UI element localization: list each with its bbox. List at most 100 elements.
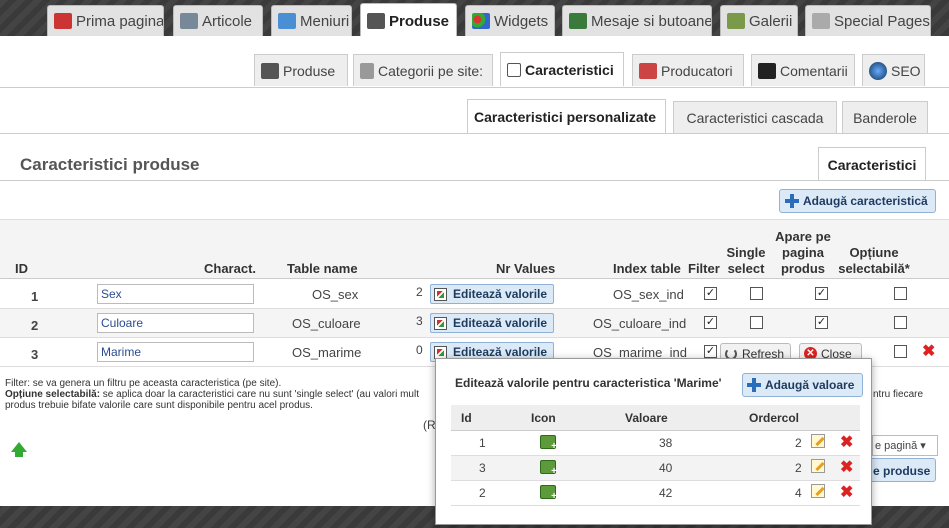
- button-label: Editează valorile: [453, 316, 548, 330]
- comments-icon: [758, 62, 776, 79]
- globe-icon: [869, 61, 887, 80]
- tab-label: Prima pagina: [76, 12, 164, 30]
- image-add-icon[interactable]: [540, 485, 557, 502]
- delete-icon[interactable]: ✖: [922, 344, 935, 360]
- charact-input[interactable]: [97, 313, 254, 333]
- delete-icon[interactable]: ✖: [840, 435, 853, 451]
- tab-articole[interactable]: Articole: [173, 5, 263, 36]
- menus-icon: [278, 13, 296, 29]
- top-tab-bar: Prima pagina Articole Meniuri Produse Wi…: [0, 0, 949, 38]
- optiune-checkbox[interactable]: [894, 287, 907, 300]
- charact-input[interactable]: [97, 284, 254, 304]
- subtab-label: Caracteristici: [525, 61, 614, 78]
- delete-icon[interactable]: ✖: [840, 460, 853, 476]
- apare-checkbox[interactable]: ✓: [815, 287, 828, 300]
- tab-caracteristici-personalizate[interactable]: Caracteristici personalizate: [467, 99, 666, 133]
- edit-pencil-icon[interactable]: [811, 459, 825, 473]
- value-id: 1: [479, 436, 486, 450]
- filter-checkbox[interactable]: ✓: [704, 287, 717, 300]
- button-label: Adaugă caracteristică: [803, 194, 928, 208]
- table-row: 2 OS_culoare 3 Editează valorile OS_culo…: [0, 309, 949, 338]
- tab-label: Galerii: [749, 12, 793, 30]
- value-id: 3: [479, 461, 486, 475]
- tab-banderole[interactable]: Banderole: [842, 101, 928, 133]
- home-icon: [54, 13, 72, 29]
- value-ordercol: 2: [795, 461, 802, 475]
- edit-icon: [434, 316, 447, 330]
- third-tab-divider: [0, 133, 949, 134]
- popup-table-header: Id Icon Valoare Ordercol: [451, 405, 860, 431]
- subtab-producatori[interactable]: Producatori: [632, 54, 744, 86]
- button-label: Adaugă valoare: [765, 378, 855, 392]
- edit-pencil-icon[interactable]: [811, 484, 825, 498]
- subtab-label: Producatori: [661, 62, 733, 79]
- products-button[interactable]: e produse: [869, 458, 936, 482]
- value-valoare: 40: [659, 461, 673, 475]
- articles-icon: [180, 13, 198, 29]
- table-header: ID Charact. Table name Nr Values Index t…: [0, 219, 949, 279]
- note-optiune: Opțiune selectabilă: se aplica doar la c…: [5, 389, 435, 400]
- tab-special-pages[interactable]: Special Pages: [805, 5, 931, 36]
- gallery-icon: [727, 13, 745, 29]
- tab-mesaje-si-butoane[interactable]: Mesaje si butoane: [562, 5, 712, 36]
- tab-produse[interactable]: Produse: [360, 3, 457, 38]
- subtab-label: Produse: [283, 62, 336, 79]
- subtab-produse[interactable]: Produse: [254, 54, 348, 86]
- charact-input[interactable]: [97, 342, 254, 362]
- optiune-checkbox[interactable]: [894, 345, 907, 358]
- tab-caracteristici-right[interactable]: Caracteristici: [818, 147, 926, 181]
- subtab-seo[interactable]: SEO: [862, 54, 925, 86]
- tab-widgets[interactable]: Widgets: [465, 5, 555, 36]
- row-id: 2: [31, 318, 39, 333]
- tab-meniuri[interactable]: Meniuri: [271, 5, 352, 36]
- edit-pencil-icon[interactable]: [811, 434, 825, 448]
- tab-label: Special Pages: [834, 12, 930, 30]
- tab-galerii[interactable]: Galerii: [720, 5, 798, 36]
- tab-caracteristici-cascada[interactable]: Caracteristici cascada: [673, 101, 837, 133]
- value-id: 2: [479, 486, 486, 500]
- add-characteristic-button[interactable]: Adaugă caracteristică: [779, 189, 936, 213]
- header-nr-values: Nr Values: [496, 261, 556, 276]
- header-id: ID: [15, 261, 28, 276]
- note-optiune-text: se aplica doar la caracteristici care nu…: [100, 389, 419, 400]
- single-select-checkbox[interactable]: [750, 316, 763, 329]
- button-label: Editează valorile: [453, 287, 548, 301]
- subtab-caracteristici[interactable]: Caracteristici: [500, 52, 624, 86]
- up-arrow-stem: [15, 451, 23, 457]
- value-ordercol: 4: [795, 486, 802, 500]
- delete-icon[interactable]: ✖: [840, 485, 853, 501]
- edit-values-button[interactable]: Editează valorile: [430, 284, 554, 304]
- table-row: 1 OS_sex 2 Editează valorile OS_sex_ind …: [0, 280, 949, 309]
- header-icon: Icon: [531, 411, 556, 425]
- tab-label: Widgets: [494, 12, 549, 30]
- header-charact: Charact.: [204, 261, 257, 276]
- row-id: 3: [31, 347, 39, 362]
- subtab-label: Comentarii: [780, 62, 848, 79]
- subtab-categorii[interactable]: Categorii pe site:: [353, 54, 493, 86]
- apare-checkbox[interactable]: ✓: [815, 316, 828, 329]
- optiune-checkbox[interactable]: [894, 316, 907, 329]
- tab-label: Mesaje si butoane: [591, 12, 712, 30]
- image-add-icon[interactable]: [540, 460, 557, 477]
- filter-checkbox[interactable]: ✓: [704, 316, 717, 329]
- table-name: OS_marime: [292, 345, 362, 360]
- filter-checkbox[interactable]: ✓: [704, 345, 717, 358]
- single-select-checkbox[interactable]: [750, 287, 763, 300]
- image-add-icon[interactable]: [540, 435, 557, 452]
- subtab-comentarii[interactable]: Comentarii: [751, 54, 855, 86]
- per-page-select[interactable]: e pagină ▾: [872, 435, 938, 456]
- edit-icon: [434, 345, 447, 359]
- tab-prima-pagina[interactable]: Prima pagina: [47, 5, 164, 36]
- characteristics-icon: [507, 62, 521, 77]
- tab-label: Meniuri: [300, 12, 350, 30]
- nr-values: 3: [416, 314, 423, 328]
- tab-label: Produse: [389, 12, 450, 30]
- add-value-button[interactable]: Adaugă valoare: [742, 373, 863, 397]
- subtab-divider: [0, 87, 949, 88]
- table-name: OS_sex: [312, 287, 359, 302]
- value-valoare: 38: [659, 436, 673, 450]
- header-ordercol: Ordercol: [749, 411, 800, 425]
- note-line3: produs trebuie bifate valorile care sunt…: [5, 400, 313, 411]
- tab-label: Articole: [202, 12, 253, 30]
- edit-values-button[interactable]: Editează valorile: [430, 313, 554, 333]
